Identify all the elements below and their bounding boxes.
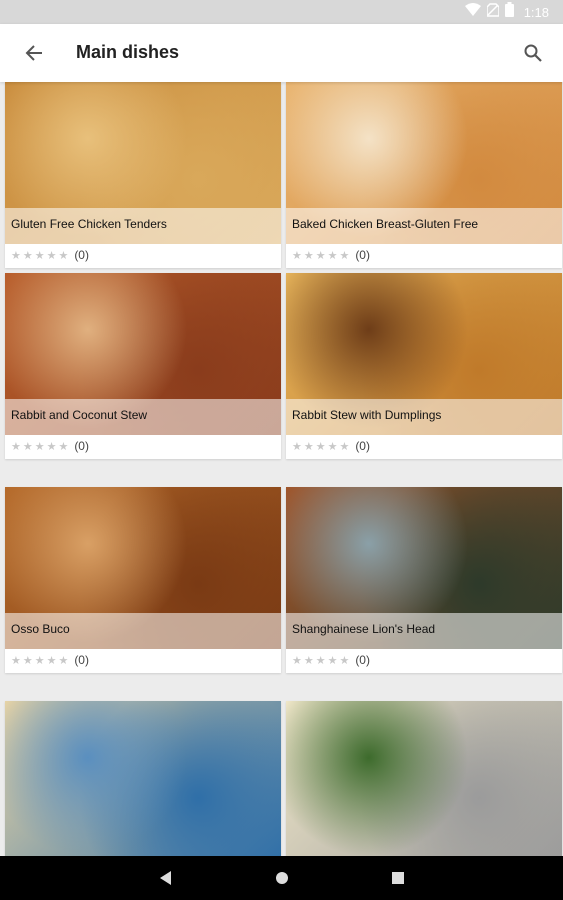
- recipe-rating: ★★★★★ (0): [292, 653, 370, 667]
- nav-recents-button[interactable]: [386, 866, 410, 890]
- rating-stars: ★★★★★: [292, 440, 352, 453]
- recipe-title: Rabbit and Coconut Stew: [11, 408, 148, 422]
- recipe-rating: ★★★★★ (0): [292, 248, 370, 262]
- recipe-card[interactable]: Osso Buco ★★★★★ (0): [5, 487, 281, 673]
- back-button[interactable]: [18, 37, 50, 69]
- page-title: Main dishes: [76, 42, 180, 62]
- nav-recents-icon: [391, 872, 404, 884]
- recipe-title: Rabbit Stew with Dumplings: [292, 408, 442, 422]
- app-bar: Main dishes: [0, 24, 563, 82]
- recipe-rating: ★★★★★ (0): [292, 439, 370, 453]
- recipe-card[interactable]: Rabbit and Coconut Stew ★★★★★ (0): [5, 273, 281, 459]
- recipe-rating: ★★★★★ (0): [11, 248, 89, 262]
- rating-count: (0): [74, 653, 89, 667]
- recipe-card[interactable]: Gluten Free Chicken Tenders ★★★★★ (0): [5, 82, 281, 268]
- recipe-title: Shanghainese Lion's Head: [292, 622, 436, 636]
- rating-stars: ★★★★★: [292, 654, 352, 667]
- nav-back-button[interactable]: [154, 866, 178, 890]
- recipe-card[interactable]: Shanghainese Lion's Head ★★★★★ (0): [286, 487, 562, 673]
- recipe-title: Gluten Free Chicken Tenders: [11, 217, 167, 231]
- arrow-back-icon: [25, 45, 42, 61]
- recipe-title: Baked Chicken Breast-Gluten Free: [292, 217, 479, 231]
- battery-icon: [504, 2, 514, 22]
- recipe-grid: Gluten Free Chicken Tenders ★★★★★ (0) Ba…: [0, 82, 563, 856]
- recipe-photo: [5, 701, 281, 856]
- nav-home-button[interactable]: [270, 866, 294, 890]
- search-button[interactable]: [517, 37, 549, 69]
- rating-count: (0): [355, 653, 370, 667]
- rating-stars: ★★★★★: [11, 440, 71, 453]
- recipe-card[interactable]: [286, 701, 562, 856]
- status-icons: 1:18: [464, 2, 549, 22]
- rating-stars: ★★★★★: [11, 654, 71, 667]
- recipe-card[interactable]: Rabbit Stew with Dumplings ★★★★★ (0): [286, 273, 562, 459]
- no-sim-icon: [485, 2, 500, 22]
- nav-back-icon: [159, 871, 171, 885]
- navigation-bar: [0, 856, 563, 900]
- recipe-card[interactable]: [5, 701, 281, 856]
- rating-count: (0): [74, 248, 89, 262]
- rating-count: (0): [355, 248, 370, 262]
- wifi-icon: [464, 2, 481, 22]
- recipe-title: Osso Buco: [11, 622, 70, 636]
- nav-home-icon: [275, 872, 288, 884]
- recipe-rating: ★★★★★ (0): [11, 439, 89, 453]
- search-icon: [524, 44, 542, 62]
- status-bar: 1:18: [0, 0, 563, 24]
- recipe-rating: ★★★★★ (0): [11, 653, 89, 667]
- rating-count: (0): [355, 439, 370, 453]
- status-time: 1:18: [523, 4, 549, 20]
- recipe-photo: [286, 701, 562, 856]
- rating-stars: ★★★★★: [11, 249, 71, 262]
- recipe-card[interactable]: Baked Chicken Breast-Gluten Free ★★★★★ (…: [286, 82, 562, 268]
- rating-stars: ★★★★★: [292, 249, 352, 262]
- rating-count: (0): [74, 439, 89, 453]
